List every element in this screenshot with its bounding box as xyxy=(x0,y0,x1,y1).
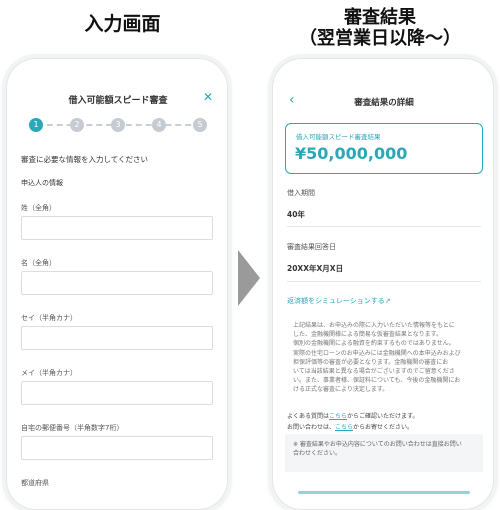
disclaimer-notes: 上記結果は、お申込みの際に入力いただいた情報等をもとに した、金融機関様による簡… xyxy=(293,321,479,395)
home-indicator xyxy=(298,491,470,494)
step-1: 1 xyxy=(29,118,43,132)
simulation-link[interactable]: 返済額をシミュレーションする↗ xyxy=(287,296,391,306)
note-line: い。また、事業者様、保証料についても、今後の金融機関にお xyxy=(293,377,461,385)
contact-prefix: お問い合わせは、 xyxy=(287,424,336,431)
page-title: 借入可能額スピード審査 xyxy=(68,96,168,106)
last-name-kana-label: セイ（半角カナ） xyxy=(21,314,77,322)
result-screen-phone: ‹ 審査結果の詳細 借入可能額スピード審査結果 ¥50,000,000 借入期間… xyxy=(272,58,494,510)
first-name-kana-input[interactable] xyxy=(21,381,213,405)
note-line: 個別の金融機関による融資を約束するものではありません。 xyxy=(293,340,455,348)
faq-suffix: からご確認いただけます。 xyxy=(347,413,419,420)
right-heading: 審査結果 （翌営業日以降〜） xyxy=(262,7,498,49)
postal-code-input[interactable] xyxy=(21,436,213,460)
step-3: 3 xyxy=(111,118,125,132)
note-line: 実際の住宅ローンのお申込みには金融機関への本申込みおよび xyxy=(293,349,461,357)
result-card-label: 借入可能額スピード審査結果 xyxy=(296,133,381,141)
faq-link[interactable]: こちら xyxy=(329,413,347,420)
period-value: 40年 xyxy=(287,210,305,219)
first-name-input[interactable] xyxy=(21,271,213,295)
notice-line: 合わせください。 xyxy=(293,450,342,457)
note-line: いては当該結果と異なる場合がございますのでご留意くださ xyxy=(293,368,455,376)
postal-code-label: 自宅の郵便番号（半角数字7桁） xyxy=(21,424,124,432)
section-heading: 申込人の情報 xyxy=(21,179,63,187)
right-heading-line2: （翌営業日以降〜） xyxy=(299,27,461,49)
step-4: 4 xyxy=(152,118,166,132)
divider xyxy=(287,281,481,282)
result-card: 借入可能額スピード審査結果 ¥50,000,000 xyxy=(285,123,483,174)
last-name-label: 姓（全角） xyxy=(21,204,56,212)
first-name-label: 名（全角） xyxy=(21,259,56,267)
divider xyxy=(287,226,481,227)
faq-prefix: よくある質問は xyxy=(287,413,330,420)
close-icon[interactable]: ✕ xyxy=(203,90,213,104)
right-heading-line1: 審査結果 xyxy=(344,7,416,28)
notice-line: ※ 審査結果やお申込内容についてのお問い合わせは直接お問い xyxy=(293,441,462,448)
first-name-kana-label: メイ（半角カナ） xyxy=(21,369,77,377)
faq-text: よくある質問はこちらからご確認いただけます。 xyxy=(287,411,418,420)
prefecture-label: 都道府県 xyxy=(21,479,49,487)
left-heading: 入力画面 xyxy=(84,13,161,35)
last-name-input[interactable] xyxy=(21,216,213,240)
period-label: 借入期間 xyxy=(287,189,315,197)
input-screen-phone: 借入可能額スピード審査 ✕ 1 2 3 4 5 審査に必要な情報を入力してくださ… xyxy=(6,58,228,510)
answer-date-label: 審査結果回答日 xyxy=(287,243,336,251)
contact-text: お問い合わせは、こちらからお寄せください。 xyxy=(287,422,413,431)
note-line: ける正式な審査により決定します。 xyxy=(293,386,389,394)
contact-suffix: からお寄せください。 xyxy=(353,424,414,431)
notice-text: ※ 審査結果やお申込内容についてのお問い合わせは直接お問い 合わせください。 xyxy=(293,440,477,458)
last-name-kana-input[interactable] xyxy=(21,326,213,350)
answer-date-value: 20XX年X月X日 xyxy=(287,264,344,273)
contact-link[interactable]: こちら xyxy=(335,424,353,431)
next-arrow-icon xyxy=(238,250,260,306)
page-title: 審査結果の詳細 xyxy=(354,98,414,108)
instruction-text: 審査に必要な情報を入力してください xyxy=(21,155,149,164)
step-5: 5 xyxy=(193,118,207,132)
note-line: した、金融機関様による簡易な仮審査結果となります。 xyxy=(293,331,443,339)
step-2: 2 xyxy=(70,118,84,132)
step-indicator: 1 2 3 4 5 xyxy=(29,118,209,132)
approved-amount: ¥50,000,000 xyxy=(295,144,408,163)
notice-box: ※ 審査結果やお申込内容についてのお問い合わせは直接お問い 合わせください。 xyxy=(285,434,483,472)
note-line: 上記結果は、お申込みの際に入力いただいた情報等をもとに xyxy=(293,322,455,329)
note-line: 担保評価等の審査が必要となります。金融機関の審査にお xyxy=(293,358,449,366)
